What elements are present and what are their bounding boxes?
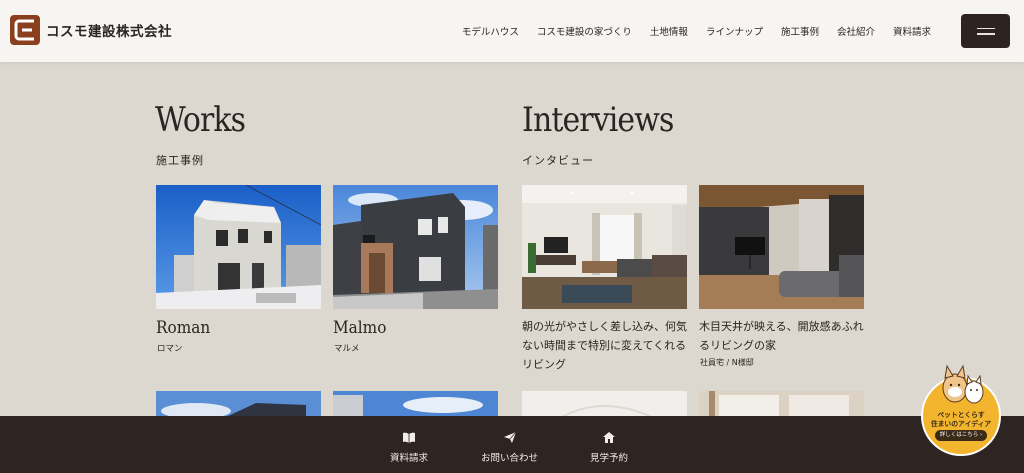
paper-plane-icon <box>503 431 516 443</box>
book-icon <box>403 432 415 443</box>
interior-photo <box>699 391 864 417</box>
footer-contact-button[interactable]: お問い合わせ <box>481 431 538 464</box>
hamburger-menu-button[interactable] <box>961 14 1010 48</box>
logo-icon <box>10 15 40 45</box>
work-image-partial[interactable] <box>333 391 498 417</box>
works-title: Works <box>155 100 246 140</box>
main-nav: モデルハウス コスモ建設の家づくり 土地情報 ラインナップ 施工事例 会社紹介 … <box>453 24 940 38</box>
nav-works[interactable]: 施工事例 <box>772 24 828 38</box>
interview-image-partial[interactable] <box>699 391 864 417</box>
site-header: コスモ建設株式会社 モデルハウス コスモ建設の家づくり 土地情報 ラインナップ … <box>0 0 1024 62</box>
living-room-photo <box>699 185 864 309</box>
work-image-malmo[interactable] <box>333 185 498 309</box>
interviews-title: Interviews <box>522 100 674 140</box>
works-subtitle: 施工事例 <box>156 154 204 167</box>
nav-company[interactable]: 会社紹介 <box>828 24 884 38</box>
work-kana: マルメ <box>334 344 360 354</box>
nav-request-docs[interactable]: 資料請求 <box>884 24 940 38</box>
footer-label: 見学予約 <box>590 453 629 464</box>
pet-ideas-badge[interactable]: ペットとくらす 住まいのアイディア 詳しくはこちら › <box>921 364 1001 456</box>
interviews-subtitle: インタビュー <box>522 154 594 167</box>
interview-image-partial[interactable] <box>522 391 687 417</box>
footer-request-docs-button[interactable]: 資料請求 <box>390 431 428 464</box>
house-photo <box>333 185 498 309</box>
nav-house-building[interactable]: コスモ建設の家づくり <box>528 24 641 38</box>
house-photo <box>156 391 321 417</box>
badge-cta-button[interactable]: 詳しくはこちら › <box>935 430 987 441</box>
nav-model-house[interactable]: モデルハウス <box>453 24 528 38</box>
menu-line-icon <box>976 27 995 29</box>
bottom-action-bar: 資料請求 お問い合わせ 見学予約 <box>0 416 1024 473</box>
nav-lineup[interactable]: ラインナップ <box>697 24 772 38</box>
footer-label: 資料請求 <box>390 453 429 464</box>
house-icon <box>603 432 615 443</box>
work-name[interactable]: Malmo <box>333 318 386 338</box>
dog-cat-icon <box>942 364 984 404</box>
menu-line-icon <box>976 33 995 35</box>
work-name[interactable]: Roman <box>156 318 210 338</box>
logo-text: コスモ建設株式会社 <box>46 24 172 40</box>
interview-image-2[interactable] <box>699 185 864 309</box>
nav-land-info[interactable]: 土地情報 <box>641 24 697 38</box>
interview-caption[interactable]: 木目天井が映える、開放感あふれるリビングの家 <box>699 317 869 355</box>
interview-image-1[interactable] <box>522 185 687 309</box>
interview-caption[interactable]: 朝の光がやさしく差し込み、何気ない時間まで特別に変えてくれるリビング <box>522 317 692 374</box>
badge-line2: 住まいのアイディア <box>930 420 992 428</box>
house-photo <box>333 391 498 417</box>
work-image-partial[interactable] <box>156 391 321 417</box>
site-logo[interactable]: コスモ建設株式会社 <box>10 15 172 45</box>
work-image-roman[interactable] <box>156 185 321 309</box>
interview-meta: 社員宅 / N様邸 <box>700 358 754 367</box>
house-photo <box>156 185 321 309</box>
work-kana: ロマン <box>157 344 183 354</box>
living-room-photo <box>522 185 687 309</box>
footer-label: お問い合わせ <box>481 453 539 464</box>
interior-photo <box>522 391 687 417</box>
footer-visit-reservation-button[interactable]: 見学予約 <box>590 431 628 464</box>
